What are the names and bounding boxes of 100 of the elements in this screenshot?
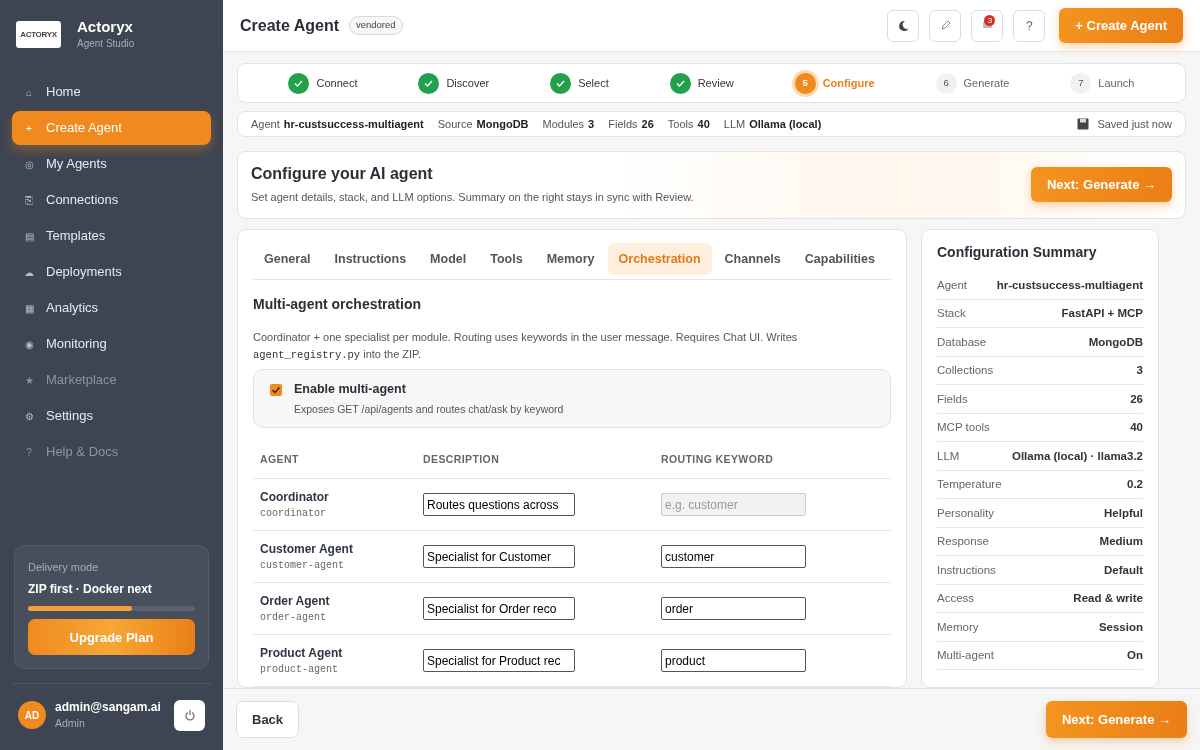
check-icon xyxy=(550,72,572,94)
tab[interactable]: Tools xyxy=(479,242,534,276)
summary-label: LLM xyxy=(937,448,960,464)
section-description: Coordinator + one specialist per module. Routing uses keywords in the user message. Requires Chat UI. Writes agent_registry.py into the ZIP. xyxy=(253,330,799,364)
tab[interactable]: Capabilities xyxy=(793,242,886,276)
agent-id: customer-agent xyxy=(260,559,345,573)
checkbox[interactable] xyxy=(270,383,282,396)
info-item: Fields 26 xyxy=(608,116,654,132)
theme-button[interactable] xyxy=(887,9,920,42)
info-item: Tools 40 xyxy=(667,116,710,132)
avatar: AD xyxy=(18,701,46,730)
pencil-icon xyxy=(939,20,951,31)
save-icon xyxy=(1077,118,1090,131)
power-icon xyxy=(183,709,196,722)
step[interactable]: Review xyxy=(669,72,734,94)
option-hint: Exposes GET /api/agents and routes chat/ask by keyword xyxy=(294,401,564,417)
sidebar-item[interactable]: ▤ Templates xyxy=(12,219,211,253)
moon-icon xyxy=(897,20,909,31)
summary-value: FastAPI + MCP xyxy=(1061,306,1143,322)
keyword-field[interactable]: product xyxy=(661,649,806,672)
summary-value: On xyxy=(1127,648,1143,664)
summary-label: Database xyxy=(937,334,987,350)
sidebar-item[interactable]: ⚙ Settings xyxy=(12,399,211,433)
sidebar-item[interactable]: ☁ Deployments xyxy=(12,255,211,289)
delivery-label: Delivery mode xyxy=(28,559,100,575)
user-email: admin@sangam.ai xyxy=(55,699,161,717)
tab[interactable]: General xyxy=(253,242,322,276)
check-icon xyxy=(288,72,310,94)
nav-icon: ▤ xyxy=(24,228,34,244)
brand-name: Actoryx xyxy=(77,18,134,36)
info-item: Source MongoDB xyxy=(437,116,529,132)
check-icon xyxy=(669,72,691,94)
summary-label: Personality xyxy=(937,505,994,521)
summary-label: Stack xyxy=(937,306,966,322)
help-button[interactable]: ? xyxy=(1013,9,1046,42)
tab[interactable]: Memory xyxy=(535,242,606,276)
column-header: ROUTING KEYWORD xyxy=(654,444,891,479)
summary-value: hr-custsuccess-multiagent xyxy=(996,277,1143,293)
agent-id: order-agent xyxy=(260,611,327,625)
sidebar-item[interactable]: ⌂ Home xyxy=(12,75,211,109)
description-field[interactable]: Specialist for Customer xyxy=(423,545,575,568)
nav-icon: ◉ xyxy=(24,336,34,352)
agent-name: Order Agent xyxy=(260,593,331,610)
sidebar-item[interactable]: ◎ My Agents xyxy=(12,147,211,181)
summary-value: Medium xyxy=(1099,534,1143,550)
summary-label: Agent xyxy=(937,277,968,293)
step[interactable]: Connect xyxy=(288,72,358,94)
step[interactable]: 7 Launch xyxy=(1070,72,1135,94)
logout-button[interactable] xyxy=(174,699,205,731)
tab[interactable]: Model xyxy=(419,242,478,276)
summary-value: Default xyxy=(1104,562,1143,578)
tab[interactable]: Instructions xyxy=(323,242,418,276)
description-field[interactable]: Routes questions across xyxy=(423,493,575,516)
description-field[interactable]: Specialist for Order reco xyxy=(423,597,575,620)
delivery-mode: ZIP first · Docker next xyxy=(28,581,153,599)
summary-value: 0.2 xyxy=(1127,477,1143,493)
nav-icon: ⌂ xyxy=(24,84,34,100)
summary-value: 3 xyxy=(1136,363,1143,379)
agent-name: Customer Agent xyxy=(260,541,354,558)
page-title: Create Agent xyxy=(240,15,339,36)
sidebar-item[interactable]: ◉ Monitoring xyxy=(12,327,211,361)
back-button[interactable]: Back xyxy=(236,701,300,738)
option-label: Enable multi-agent xyxy=(294,380,407,398)
nav-icon: ★ xyxy=(24,372,34,388)
nav-icon: ⚙ xyxy=(24,408,34,424)
nav-icon: ? xyxy=(24,444,34,460)
step-number: 5 xyxy=(794,72,816,94)
summary-label: Response xyxy=(937,534,989,550)
nav-icon: ⎘ xyxy=(24,192,34,208)
nav-icon: ☁ xyxy=(24,264,34,280)
tab[interactable]: Channels xyxy=(713,242,792,276)
section-title: Multi-agent orchestration xyxy=(253,295,422,315)
keyword-field[interactable]: order xyxy=(661,597,806,620)
column-header: DESCRIPTION xyxy=(416,444,654,479)
sidebar-item[interactable]: ⎘ Connections xyxy=(12,183,211,217)
sidebar-item[interactable]: ▦ Analytics xyxy=(12,291,211,325)
summary-value: MongoDB xyxy=(1088,334,1143,350)
summary-value: Ollama (local) · llama3.2 xyxy=(1011,448,1143,464)
info-item: Agent hr-custsuccess-multiagent xyxy=(251,116,424,132)
brand-subtitle: Agent Studio xyxy=(77,37,135,51)
summary-label: Fields xyxy=(937,391,968,407)
status-badge: vendored xyxy=(349,16,403,35)
summary-label: Multi-agent xyxy=(937,648,994,664)
step[interactable]: 6 Generate xyxy=(935,72,1010,94)
info-item: Modules 3 xyxy=(542,116,595,132)
step[interactable]: Select xyxy=(550,72,609,94)
description-field[interactable]: Specialist for Product rec xyxy=(423,649,575,672)
keyword-field[interactable]: customer xyxy=(661,545,806,568)
hero-subtitle: Set agent details, stack, and LLM options. Summary on the right stays in sync with Review. xyxy=(251,190,695,206)
summary-value: 40 xyxy=(1130,420,1143,436)
notifications-button[interactable]: 3 xyxy=(971,9,1004,42)
hero-title: Configure your AI agent xyxy=(251,164,434,184)
check-icon xyxy=(418,72,440,94)
summary-value: Read & write xyxy=(1073,591,1143,607)
column-header: AGENT xyxy=(253,444,416,479)
nav-icon: ◎ xyxy=(24,156,34,172)
step[interactable]: Discover xyxy=(418,72,490,94)
save-status: Saved just now xyxy=(1097,116,1172,132)
summary-label: Access xyxy=(937,591,975,607)
summary-value: Session xyxy=(1098,619,1143,635)
